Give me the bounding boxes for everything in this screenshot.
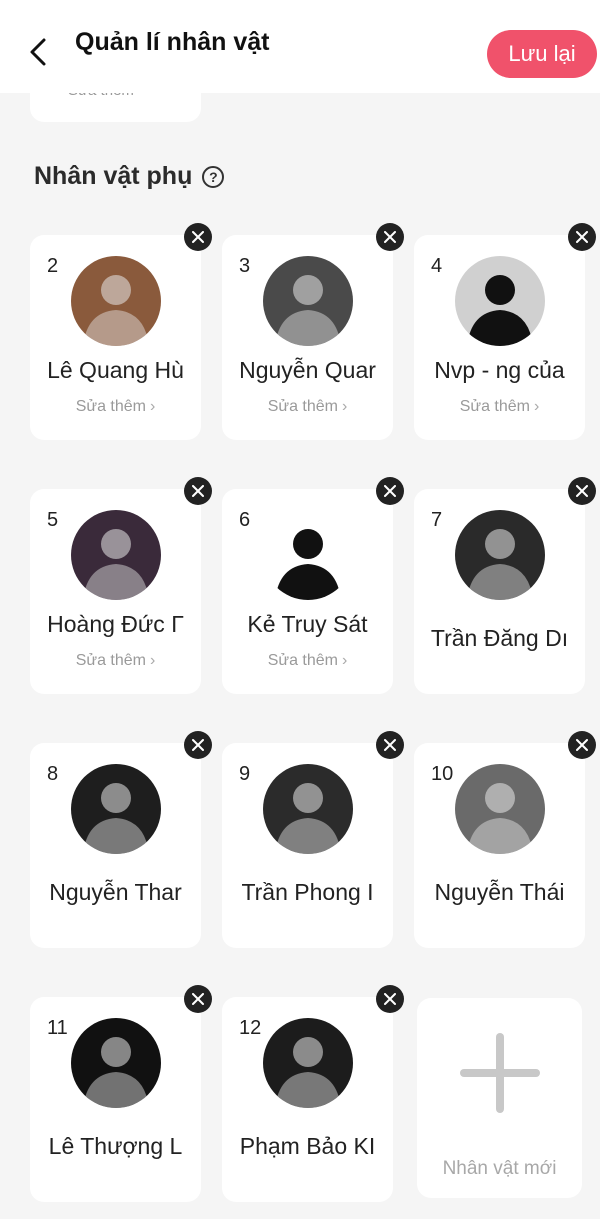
character-name: Nvp - ng của: [434, 357, 565, 383]
character-number: 8: [47, 763, 59, 785]
character-number: 7: [431, 509, 443, 531]
close-icon: [576, 485, 588, 497]
close-icon: [384, 739, 396, 751]
avatar: [71, 256, 161, 346]
edit-more-link[interactable]: Sửa thêm ›: [414, 398, 585, 416]
chevron-right-icon: ›: [533, 398, 540, 415]
character-number: 5: [47, 509, 59, 531]
edit-more-label: Sửa thêm: [267, 652, 338, 669]
chevron-right-icon: ›: [341, 398, 348, 415]
close-icon: [576, 231, 588, 243]
avatar: [263, 764, 353, 854]
close-icon: [576, 739, 588, 751]
edit-more-label: Sửa thêm: [459, 398, 530, 415]
edit-more-link[interactable]: Sửa thêm ›: [222, 652, 393, 670]
character-name: Lê Thượng L: [48, 1133, 183, 1159]
character-name: Nguyễn Quar: [239, 357, 376, 383]
character-name: Nguyễn Thái: [434, 879, 565, 905]
section-title-text: Nhân vật phụ: [34, 162, 193, 190]
character-number: 3: [239, 255, 251, 277]
character-card[interactable]: 9 Trần Phong I: [222, 743, 393, 948]
remove-character-button[interactable]: [184, 477, 212, 505]
character-name: Hoàng Đức Γ: [47, 611, 184, 637]
close-icon: [192, 231, 204, 243]
avatar: [263, 1018, 353, 1108]
avatar: [455, 764, 545, 854]
chevron-right-icon: ›: [149, 398, 156, 415]
character-number: 11: [47, 1017, 68, 1039]
character-card[interactable]: 3 Nguyễn Quar Sửa thêm ›: [222, 235, 393, 440]
edit-more-link[interactable]: Sửa thêm ›: [30, 398, 201, 416]
close-icon: [192, 739, 204, 751]
edit-more-link[interactable]: Sửa thêm ›: [222, 398, 393, 416]
remove-character-button[interactable]: [568, 731, 596, 759]
remove-character-button[interactable]: [184, 731, 212, 759]
remove-character-button[interactable]: [184, 985, 212, 1013]
avatar: [71, 764, 161, 854]
avatar: [263, 256, 353, 346]
character-card[interactable]: 12 Phạm Bảo KI: [222, 997, 393, 1202]
character-number: 10: [431, 763, 454, 785]
character-card[interactable]: 2 Lê Quang Hù Sửa thêm ›: [30, 235, 201, 440]
character-name: Kẻ Truy Sát: [247, 611, 368, 637]
save-button[interactable]: Lưu lại: [487, 30, 597, 78]
edit-more-link[interactable]: Sửa thêm ›: [30, 652, 201, 670]
remove-character-button[interactable]: [376, 985, 404, 1013]
character-name: Nguyễn Thar: [49, 879, 182, 905]
add-character-label: Nhân vật mới: [442, 1158, 557, 1179]
character-card[interactable]: 6 Kẻ Truy Sát Sửa thêm ›: [222, 489, 393, 694]
character-name: Trần Đăng Dı: [430, 625, 569, 651]
avatar: [455, 256, 545, 346]
chevron-left-icon: [30, 38, 46, 66]
remove-character-button[interactable]: [376, 477, 404, 505]
character-card[interactable]: 8 Nguyễn Thar: [30, 743, 201, 948]
character-number: 6: [239, 509, 251, 531]
character-number: 12: [239, 1017, 262, 1039]
character-card[interactable]: 5 Hoàng Đức Γ Sửa thêm ›: [30, 489, 201, 694]
character-number: 2: [47, 255, 59, 277]
character-name: Lê Quang Hù: [47, 357, 184, 383]
close-icon: [384, 993, 396, 1005]
close-icon: [192, 485, 204, 497]
avatar: [455, 510, 545, 600]
section-title: Nhân vật phụ ?: [34, 162, 225, 191]
question-circle-icon[interactable]: ?: [202, 165, 225, 188]
character-card[interactable]: 7 Trần Đăng Dı: [414, 489, 585, 694]
chevron-right-icon: ›: [149, 652, 156, 669]
remove-character-button[interactable]: [376, 731, 404, 759]
close-icon: [384, 231, 396, 243]
remove-character-button[interactable]: [376, 223, 404, 251]
character-card[interactable]: 11 Lê Thượng L: [30, 997, 201, 1202]
close-icon: [384, 485, 396, 497]
character-name: Trần Phong I: [241, 879, 374, 905]
remove-character-button[interactable]: [184, 223, 212, 251]
top-bar: Quản lí nhân vật Lưu lại: [0, 0, 600, 93]
edit-more-label: Sửa thêm: [267, 398, 338, 415]
back-button[interactable]: [22, 36, 54, 68]
avatar: [263, 510, 353, 600]
remove-character-button[interactable]: [568, 223, 596, 251]
edit-more-label: Sửa thêm: [75, 398, 146, 415]
close-icon: [192, 993, 204, 1005]
avatar: [71, 1018, 161, 1108]
avatar: [71, 510, 161, 600]
character-name: Phạm Bảo KI: [239, 1133, 376, 1159]
character-number: 4: [431, 255, 443, 277]
remove-character-button[interactable]: [568, 477, 596, 505]
character-number: 9: [239, 763, 251, 785]
character-card[interactable]: 10 Nguyễn Thái: [414, 743, 585, 948]
character-card[interactable]: 4 Nvp - ng của Sửa thêm ›: [414, 235, 585, 440]
edit-more-label: Sửa thêm: [75, 652, 146, 669]
chevron-right-icon: ›: [341, 652, 348, 669]
add-character-button[interactable]: Nhân vật mới: [417, 998, 582, 1198]
page-title: Quản lí nhân vật: [75, 28, 270, 56]
plus-icon: [460, 1033, 540, 1113]
